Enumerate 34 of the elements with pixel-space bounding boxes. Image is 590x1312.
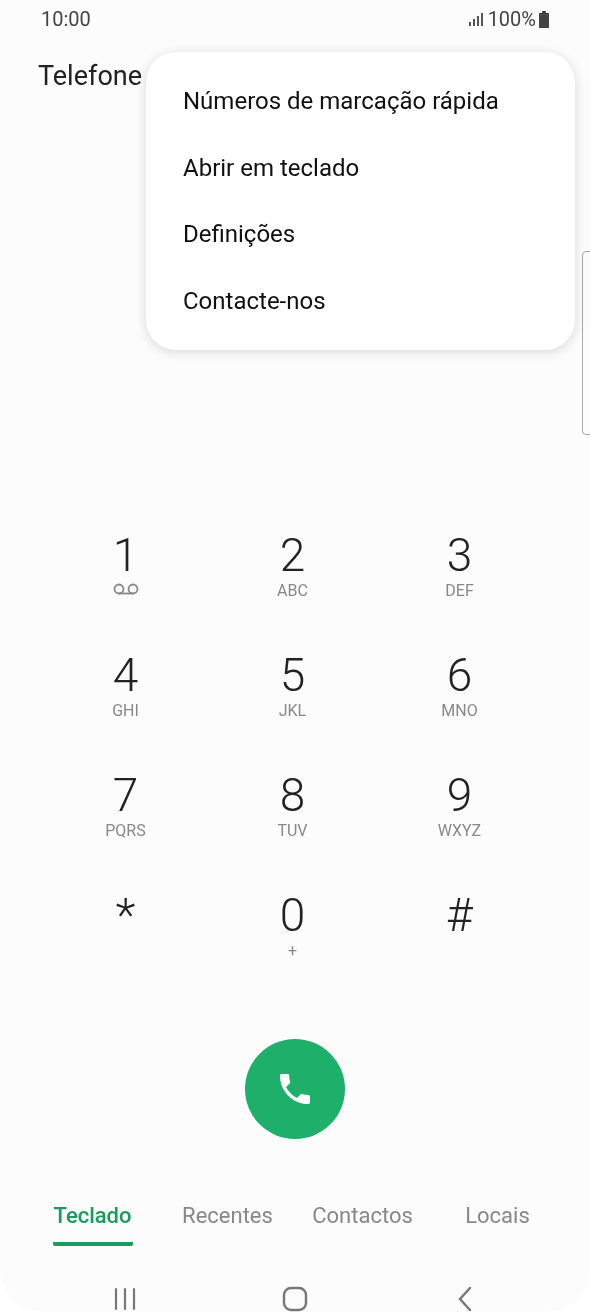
dial-key[interactable]: 4 GHI [42,649,209,769]
status-time: 10:00 [41,6,91,33]
menu-item[interactable]: Abrir em teclado [146,134,575,201]
key-letters: PQRS [105,821,146,841]
recent-apps-icon[interactable] [113,1287,137,1311]
menu-item[interactable]: Números de marcação rápida [146,68,575,135]
menu-item[interactable]: Contacte-nos [146,267,575,334]
dial-key[interactable]: 1 [42,529,209,649]
dial-key[interactable]: # [376,889,543,1009]
key-letters: ABC [277,581,308,601]
app-title: Telefone [38,58,143,94]
key-letters: WXYZ [437,821,482,841]
voicemail-icon [112,583,139,595]
battery-percent: 100% [487,6,536,33]
key-letters: + [287,941,298,961]
battery-icon [539,10,549,28]
dial-key[interactable]: 5 JKL [209,649,376,769]
dial-key[interactable]: 6 MNO [376,649,543,769]
back-icon[interactable] [457,1286,473,1312]
dial-key[interactable]: 7 PQRS [42,769,209,889]
key-letters: MNO [441,701,478,721]
home-icon[interactable] [282,1286,308,1312]
key-letters: JKL [278,701,307,721]
dial-key[interactable]: 0 + [209,889,376,1009]
menu-item[interactable]: Definições [146,201,575,268]
signal-icon [468,12,485,26]
dial-key[interactable]: * [42,889,209,1009]
dial-key[interactable]: 9 WXYZ [376,769,543,889]
key-letters: DEF [445,581,474,601]
dial-key[interactable]: 3 DEF [376,529,543,649]
key-letters: TUV [277,821,308,841]
dial-key[interactable]: 2 ABC [209,529,376,649]
key-letters: GHI [112,701,139,721]
dial-key[interactable]: 8 TUV [209,769,376,889]
